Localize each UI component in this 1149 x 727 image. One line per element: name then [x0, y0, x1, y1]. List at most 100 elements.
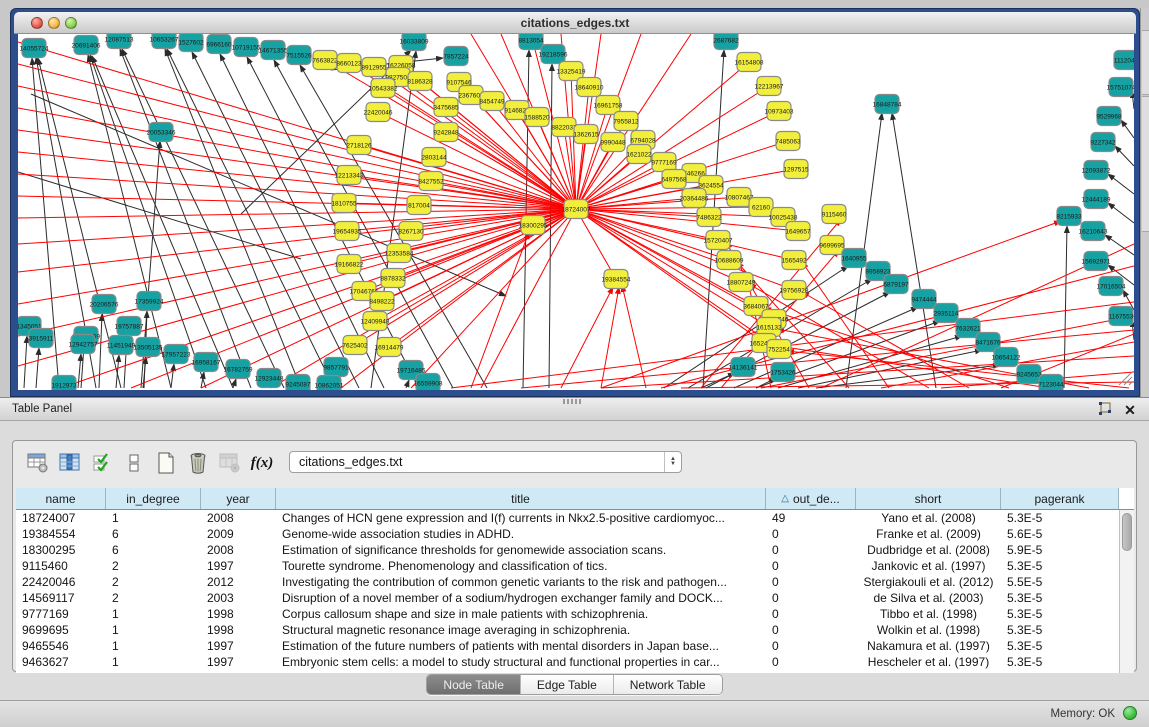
row-height-icon[interactable] [119, 450, 149, 476]
graph-node[interactable]: 20691406 [72, 36, 101, 55]
graph-node[interactable]: 20053346 [147, 123, 176, 142]
graph-node[interactable]: 12213967 [755, 77, 784, 96]
graph-node[interactable]: 7625402 [342, 336, 368, 355]
graph-node[interactable]: 1362615 [573, 125, 599, 144]
graph-node[interactable]: 8878332 [380, 269, 406, 288]
graph-node[interactable]: 3475685 [433, 98, 459, 117]
graph-node[interactable]: 752254 [767, 340, 791, 359]
tab-edge-table[interactable]: Edge Table [521, 675, 614, 694]
graph-node[interactable]: 16033809 [400, 34, 429, 51]
graph-node[interactable]: 8427552 [418, 172, 444, 191]
graph-node[interactable]: 1297515 [783, 160, 809, 179]
graph-node[interactable]: 15751074 [1107, 78, 1134, 97]
column-header-in_degree[interactable]: in_degree [106, 488, 201, 509]
graph-node[interactable]: 12444189 [1082, 190, 1111, 209]
graph-node[interactable]: 16914479 [375, 338, 404, 357]
graph-node[interactable]: 8215933 [1056, 207, 1082, 226]
graph-node[interactable]: 1588520 [524, 108, 550, 127]
graph-node[interactable]: 7123044 [1038, 375, 1064, 391]
graph-node[interactable]: 19384554 [602, 270, 631, 289]
graph-node[interactable]: 9227342 [1090, 133, 1116, 152]
table-select-combo[interactable]: citations_edges.txt ▲▼ [289, 451, 682, 473]
graph-node[interactable]: 3915911 [29, 329, 54, 348]
graph-node[interactable]: 15692971 [1082, 252, 1111, 271]
graph-node[interactable]: 6879197 [883, 275, 909, 294]
graph-node[interactable]: 10654122 [992, 348, 1021, 367]
graph-node[interactable]: 817004 [407, 196, 431, 215]
graph-node[interactable]: 19756928 [780, 281, 809, 300]
table-row[interactable]: 969969511998Structural magnetic resonanc… [16, 622, 1134, 638]
graph-node[interactable]: 12093872 [1082, 161, 1111, 180]
graph-node[interactable]: 9699695 [819, 236, 845, 255]
graph-node[interactable]: 7485063 [775, 132, 801, 151]
graph-node[interactable]: 9245087 [285, 375, 311, 391]
graph-node[interactable]: 9474444 [911, 290, 937, 309]
graph-node[interactable]: 1912973 [51, 376, 77, 391]
graph-node[interactable]: 15720407 [704, 231, 733, 250]
graph-node[interactable]: 19218596 [539, 45, 568, 64]
graph-node[interactable]: 16782759 [224, 360, 253, 379]
delete-table-icon[interactable] [215, 450, 245, 476]
graph-node[interactable]: 17016504 [1097, 277, 1126, 296]
graph-node[interactable]: 16210643 [1079, 222, 1108, 241]
scrollbar-thumb[interactable] [1122, 513, 1132, 551]
network-canvas[interactable]: 1872400714055724206914061208751310653267… [18, 34, 1134, 390]
graph-node[interactable]: 1621022 [626, 145, 652, 164]
graph-node[interactable]: 12942757 [69, 335, 98, 354]
graph-node[interactable]: 10719155 [232, 38, 261, 57]
graph-node[interactable]: 1810755 [331, 194, 357, 213]
graph-node[interactable]: 18807249 [727, 273, 756, 292]
table-row[interactable]: 977716911998Corpus callosum shape and si… [16, 606, 1134, 622]
graph-node[interactable]: 12087513 [105, 34, 134, 49]
graph-node[interactable]: 20364486 [680, 189, 709, 208]
graph-node[interactable]: 1753426 [770, 363, 796, 382]
graph-node[interactable]: 10688609 [715, 251, 744, 270]
table-row[interactable]: 2242004622012Investigating the contribut… [16, 574, 1134, 590]
graph-node[interactable]: 16559908 [414, 374, 443, 391]
graph-node[interactable]: 9990448 [600, 133, 626, 152]
graph-node[interactable]: 10973403 [765, 102, 794, 121]
graph-node[interactable]: 19757887 [115, 317, 144, 336]
graph-node[interactable]: 18300295 [519, 216, 548, 235]
graph-node[interactable]: 6497568 [661, 170, 687, 189]
select-all-icon[interactable] [87, 450, 117, 476]
column-header-year[interactable]: year [201, 488, 276, 509]
graph-node[interactable]: 8454749 [479, 92, 505, 111]
graph-node[interactable]: 18724007 [562, 200, 591, 219]
graph-node[interactable]: 7515526 [286, 46, 312, 65]
graph-node[interactable]: 13505135 [134, 338, 163, 357]
tab-network-table[interactable]: Network Table [614, 675, 722, 694]
graph-node[interactable]: 1640955 [841, 249, 867, 268]
graph-node[interactable]: 12409948 [361, 312, 390, 331]
graph-node[interactable]: 2803144 [421, 148, 447, 167]
column-header-short[interactable]: short [856, 488, 1001, 509]
graph-node[interactable]: 7955812 [613, 112, 639, 131]
column-header-pagerank[interactable]: pagerank [1001, 488, 1119, 509]
table-settings-icon[interactable] [23, 450, 53, 476]
show-columns-icon[interactable] [55, 450, 85, 476]
graph-node[interactable]: 8267130 [398, 222, 424, 241]
graph-node[interactable]: 17359924 [135, 292, 164, 311]
graph-node[interactable]: 6966160 [206, 35, 232, 54]
table-row[interactable]: 1456911722003Disruption of a novel membe… [16, 590, 1134, 606]
column-header-title[interactable]: title [276, 488, 766, 509]
graph-node[interactable]: 8912955 [361, 58, 387, 77]
graph-node[interactable]: 7857224 [443, 47, 469, 66]
graph-node[interactable]: 9242848 [433, 123, 459, 142]
column-header-out_de[interactable]: △out_de... [766, 488, 856, 509]
graph-node[interactable]: 2687682 [713, 34, 739, 50]
graph-node[interactable]: 10653267 [150, 34, 179, 49]
graph-node[interactable]: 1527602 [178, 34, 204, 52]
graph-node[interactable]: 1167553 [1109, 307, 1134, 326]
graph-node[interactable]: 1112048 [1114, 51, 1134, 70]
graph-node[interactable]: 9777169 [651, 153, 677, 172]
graph-node[interactable]: 1565492 [781, 251, 807, 270]
graph-node[interactable]: 20206576 [90, 295, 119, 314]
window-titlebar[interactable]: citations_edges.txt [14, 12, 1136, 34]
graph-node[interactable]: 2718126 [346, 136, 372, 155]
splitter-grip[interactable] [563, 399, 581, 404]
function-builder-icon[interactable]: f(x) [247, 450, 277, 476]
table-row[interactable]: 1938455462009Genome-wide association stu… [16, 526, 1134, 542]
graph-node[interactable]: 12213343 [335, 166, 364, 185]
column-header-name[interactable]: name [16, 488, 106, 509]
